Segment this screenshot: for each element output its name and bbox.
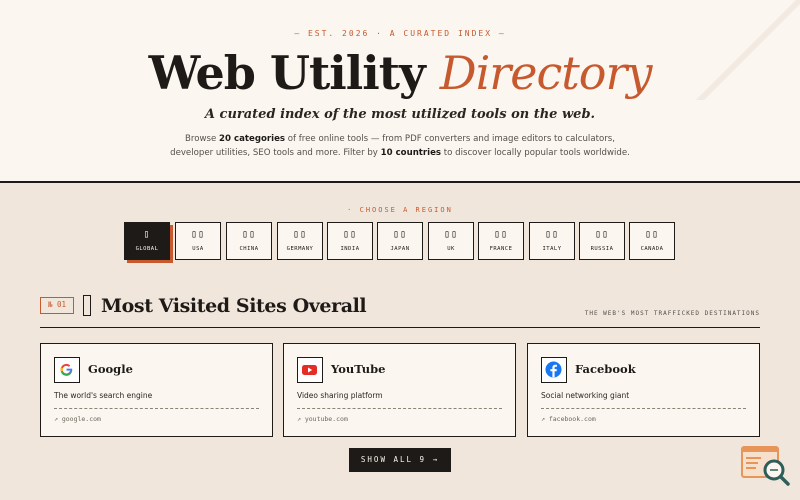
flag-icon: ▯▯: [241, 229, 257, 240]
site-url-link[interactable]: ↗ youtube.com: [297, 415, 348, 423]
region-name: CHINA: [239, 246, 259, 252]
site-url-link[interactable]: ↗ google.com: [54, 415, 101, 423]
desc-text: Browse: [185, 134, 220, 144]
region-russia[interactable]: ▯▯ RUSSIA: [579, 222, 625, 260]
section-header: № 01 Most Visited Sites Overall THE WEB'…: [40, 294, 760, 328]
region-name: ITALY: [542, 246, 562, 252]
google-icon: [54, 357, 80, 383]
hero-eyebrow: — EST. 2026 · A CURATED INDEX —: [294, 29, 506, 38]
region-global[interactable]: ▯ GLOBAL: [124, 222, 170, 260]
card-divider: [54, 408, 259, 409]
region-uk[interactable]: ▯▯ UK: [428, 222, 474, 260]
desc-text: to discover locally popular tools worldw…: [441, 148, 630, 158]
hero-subtitle: A curated index of the most utilized too…: [204, 107, 596, 122]
region-usa[interactable]: ▯▯ USA: [175, 222, 221, 260]
flag-icon: ▯▯: [544, 229, 560, 240]
region-name: CANADA: [640, 246, 664, 252]
page-title: Web Utility Directory: [0, 42, 800, 104]
flag-icon: ▯▯: [493, 229, 509, 240]
site-name: Facebook: [575, 362, 636, 376]
site-card-facebook[interactable]: Facebook Social networking giant ↗ faceb…: [527, 343, 760, 437]
title-main: Web Utility: [148, 46, 426, 100]
search-feedback-svg: [741, 446, 790, 486]
section-icon: [83, 295, 91, 316]
region-label: · CHOOSE A REGION: [347, 206, 453, 214]
site-description: Social networking giant: [541, 391, 630, 400]
region-china[interactable]: ▯▯ CHINA: [226, 222, 272, 260]
region-germany[interactable]: ▯▯ GERMANY: [277, 222, 323, 260]
flag-icon: ▯▯: [392, 229, 408, 240]
site-name: YouTube: [331, 362, 386, 376]
region-name: GERMANY: [286, 246, 314, 252]
flag-icon: ▯▯: [594, 229, 610, 240]
youtube-logo-svg: [302, 365, 317, 375]
flag-icon: ▯: [143, 229, 151, 240]
region-name: UK: [447, 246, 455, 252]
desc-text: developer utilities, SEO tools and more.…: [170, 148, 381, 158]
flag-icon: ▯▯: [443, 229, 459, 240]
site-card-youtube[interactable]: YouTube Video sharing platform ↗ youtube…: [283, 343, 516, 437]
region-india[interactable]: ▯▯ INDIA: [327, 222, 373, 260]
flag-icon: ▯▯: [342, 229, 358, 240]
flag-icon: ▯▯: [190, 229, 206, 240]
section-tagline: THE WEB'S MOST TRAFFICKED DESTINATIONS: [584, 310, 760, 317]
search-feedback-icon[interactable]: [741, 446, 791, 488]
hero-header: — EST. 2026 · A CURATED INDEX — Web Util…: [0, 0, 800, 183]
hero-description: Browse 20 categories of free online tool…: [150, 132, 650, 160]
region-name: RUSSIA: [590, 246, 614, 252]
region-japan[interactable]: ▯▯ JAPAN: [377, 222, 423, 260]
youtube-icon: [297, 357, 323, 383]
region-france[interactable]: ▯▯ FRANCE: [478, 222, 524, 260]
region-name: JAPAN: [390, 246, 410, 252]
flag-icon: ▯▯: [644, 229, 660, 240]
site-url-link[interactable]: ↗ facebook.com: [541, 415, 596, 423]
site-description: The world's search engine: [54, 391, 153, 400]
section-number: № 01: [40, 297, 74, 314]
show-all-button[interactable]: SHOW ALL 9 →: [349, 448, 451, 472]
section-title: Most Visited Sites Overall: [101, 295, 367, 317]
desc-text: of free online tools — from PDF converte…: [285, 134, 615, 144]
google-logo-svg: [60, 363, 73, 376]
facebook-icon: [541, 357, 567, 383]
card-divider: [297, 408, 502, 409]
region-name: GLOBAL: [135, 246, 159, 252]
region-italy[interactable]: ▯▯ ITALY: [529, 222, 575, 260]
site-card-google[interactable]: Google The world's search engine ↗ googl…: [40, 343, 273, 437]
region-picker: ▯ GLOBAL ▯▯ USA ▯▯ CHINA ▯▯ GERMANY ▯▯ INDIA …: [124, 222, 676, 264]
card-divider: [541, 408, 746, 409]
region-name: FRANCE: [489, 246, 513, 252]
region-name: USA: [192, 246, 204, 252]
flag-icon: ▯▯: [292, 229, 308, 240]
desc-countries: 10 countries: [380, 148, 442, 158]
desc-categories: 20 categories: [219, 134, 286, 144]
title-accent: Directory: [439, 46, 653, 100]
site-name: Google: [88, 362, 133, 376]
region-name: INDIA: [340, 246, 360, 252]
facebook-logo-svg: [545, 361, 562, 378]
site-description: Video sharing platform: [297, 391, 383, 400]
region-canada[interactable]: ▯▯ CANADA: [629, 222, 675, 260]
